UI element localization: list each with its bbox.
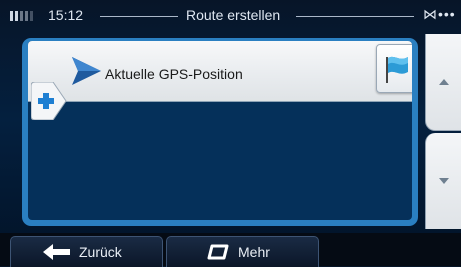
route-point-label: Aktuelle GPS-Position: [105, 66, 243, 82]
back-button[interactable]: Zurück: [10, 236, 163, 267]
scrollbar: [425, 34, 461, 230]
flag-icon: [386, 56, 408, 83]
status-bar: 15:12 Route erstellen ⋈•••: [0, 0, 461, 32]
route-panel: Aktuelle GPS-Position: [22, 38, 418, 226]
screen-title: Route erstellen: [186, 7, 281, 23]
arrow-left-icon: [43, 244, 70, 260]
more-label: Mehr: [238, 244, 270, 260]
satellite-icon: ⋈•••: [423, 6, 456, 22]
more-button[interactable]: Mehr: [166, 236, 319, 267]
title-divider-right: [296, 16, 414, 17]
route-list: Aktuelle GPS-Position: [28, 41, 412, 220]
triangle-down-icon: [439, 178, 449, 184]
add-waypoint-button[interactable]: [31, 82, 67, 120]
route-point-row[interactable]: Aktuelle GPS-Position: [28, 41, 412, 102]
scroll-up-button[interactable]: [425, 34, 461, 131]
battery-icon: [10, 11, 34, 21]
destination-flag-button[interactable]: [376, 44, 412, 93]
back-label: Zurück: [79, 244, 122, 260]
triangle-up-icon: [439, 79, 449, 85]
title-divider-left: [100, 16, 178, 17]
clock: 15:12: [48, 7, 84, 23]
scroll-down-button[interactable]: [425, 133, 461, 229]
navigation-arrow-icon: [72, 57, 101, 85]
more-icon: [207, 244, 229, 260]
